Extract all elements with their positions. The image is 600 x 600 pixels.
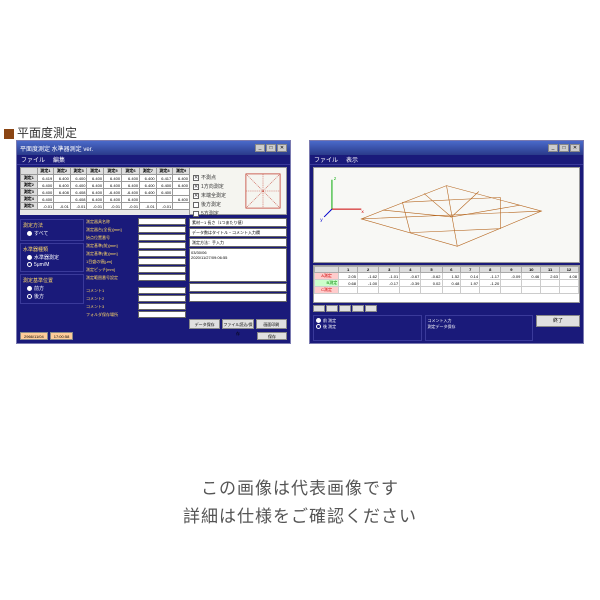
measurement-diagram-icon [244,172,282,210]
radio-back[interactable]: 後方 [23,293,81,300]
window-3d-plot: _ □ ✕ ファイル 表示 z x y [309,140,584,344]
file-io-button[interactable]: ファイル読込/保存 [222,319,253,329]
titlebar[interactable]: 平面度測定 水準器測定 ver. _ □ ✕ [17,141,290,155]
status-bar: 2966/11/04 17:00:58 保存 [20,331,287,341]
menubar: ファイル 編集 [17,155,290,165]
svg-text:z: z [334,177,337,182]
measurement-grid[interactable]: 測定1測定2測定3測定4測定5測定6測定7測定8測定9測定16.4196.400… [20,167,190,215]
tool-button[interactable] [352,305,364,312]
comment-group: コメント入力 測定データ保存 [425,315,534,341]
comment-input[interactable] [138,311,186,318]
info-field[interactable] [189,293,287,302]
diag-checkbox[interactable]: 後方測定 [193,201,226,208]
tool-button[interactable] [339,305,351,312]
time-display: 17:00:58 [50,332,74,340]
menu-view[interactable]: 表示 [346,155,358,164]
radio-level[interactable]: 水準器測定 [23,254,81,261]
maximize-icon[interactable]: □ [266,144,276,152]
diag-checkbox[interactable]: 5方測定 [193,210,226,217]
param-input[interactable] [138,266,186,273]
tool-button[interactable] [313,305,325,312]
menubar: ファイル 表示 [310,155,583,165]
tool-button[interactable] [326,305,338,312]
minimize-icon[interactable]: _ [255,144,265,152]
measure-group: 前 測定 後 測定 [313,315,422,341]
param-input[interactable] [138,234,186,241]
info-field[interactable]: データ数はタイトル・コメント入力欄 [189,228,287,237]
menu-file[interactable]: ファイル [21,155,45,164]
param-input[interactable] [138,242,186,249]
radio-front[interactable]: 前方 [23,285,81,292]
param-input[interactable] [138,258,186,265]
print-button[interactable]: 画面印刷 [256,319,287,329]
exit-button[interactable]: 終了 [536,315,580,327]
section-title: 平面度測定 [4,124,77,141]
log-area[interactable]: 03/30/062020/11/27/09:06:55 [189,248,287,282]
parameters-panel: 測定器具名称測定器台(全長)[mm]始点位置番号測定基準(前)[mm]測定基準(… [86,217,190,329]
save-button[interactable]: 保存 [257,332,287,340]
menu-file[interactable]: ファイル [314,155,338,164]
toolbar [313,305,580,313]
diag-checkbox[interactable]: 不測点 [193,174,226,181]
tool-button[interactable] [365,305,377,312]
diag-checkbox[interactable]: 末端全測定 [193,192,226,199]
save-data-button[interactable]: データ保存 [189,319,220,329]
radio-back-measure[interactable]: 後 測定 [316,324,419,330]
window-measurement-settings: 平面度測定 水準器測定 ver. _ □ ✕ ファイル 編集 測定1測定2測定3… [16,140,291,344]
minimize-icon[interactable]: _ [548,144,558,152]
comment-input[interactable] [138,295,186,302]
action-buttons: データ保存 ファイル読込/保存 画面印刷 [189,319,287,329]
window-title: 平面度測定 水準器測定 ver. [20,144,93,153]
info-field[interactable] [189,283,287,292]
param-input[interactable] [138,274,186,281]
comment-input[interactable] [138,303,186,310]
radio-5um[interactable]: 5μm/M [23,262,81,268]
close-icon[interactable]: ✕ [570,144,580,152]
close-icon[interactable]: ✕ [277,144,287,152]
info-field[interactable]: 素材－1 長さ（1つあたり値） [189,218,287,227]
disclaimer-caption: この画像は代表画像です 詳細は仕様をご確認ください [0,471,600,530]
param-input[interactable] [138,250,186,257]
diag-checkbox[interactable]: 1方向測定 [193,183,226,190]
titlebar[interactable]: _ □ ✕ [310,141,583,155]
info-field[interactable]: 測定方法：手入力 [189,238,287,247]
menu-edit[interactable]: 編集 [53,155,65,164]
maximize-icon[interactable]: □ [559,144,569,152]
svg-text:y: y [320,218,323,223]
svg-text:x: x [361,210,364,215]
surface-plot[interactable]: z x y [313,167,580,263]
diagram-panel: 不測点 1方向測定末端全測定後方測定 5方測定 [189,167,287,215]
comment-input[interactable] [138,287,186,294]
bottom-panel: 前 測定 後 測定 コメント入力 測定データ保存 終了 [313,315,580,341]
radio-all[interactable]: すべて [23,230,81,237]
param-input[interactable] [138,226,186,233]
info-panel: 素材－1 長さ（1つあたり値）データ数はタイトル・コメント入力欄測定方法：手入力… [189,217,287,313]
date-display: 2966/11/04 [20,332,48,340]
param-input[interactable] [138,218,186,225]
options-panel: 測定方法 すべて 水準器種類 水準器測定 5μm/M 測定基準位置 前方 後方 [20,217,84,329]
data-table[interactable]: 123456789101112A測定2.05-1.62-1.01-0.67-0.… [313,265,580,303]
